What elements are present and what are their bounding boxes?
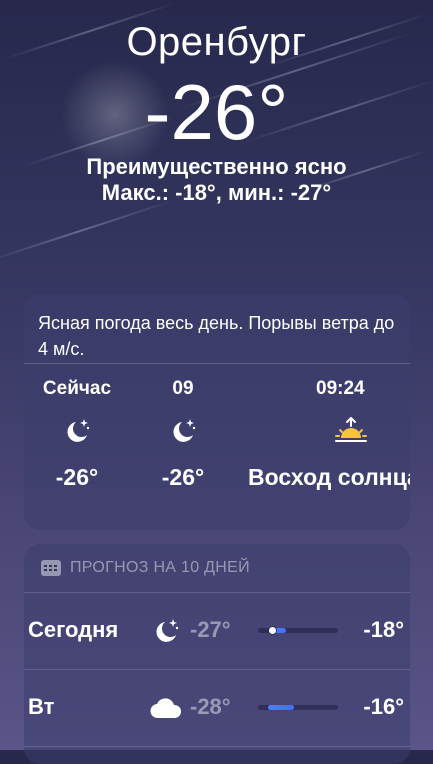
hourly-scroll[interactable]: Сейчас -26° 09 -26° 09:24 Восход солнца (24, 364, 410, 514)
moon-stars-icon (128, 406, 238, 456)
hour-item-sunrise[interactable]: 09:24 Восход солнца (242, 364, 410, 491)
temperature-range-bar (258, 705, 338, 710)
hour-item-09[interactable]: 09 -26° (128, 364, 238, 491)
hour-temperature: -26° (55, 464, 99, 490)
current-temperature: -26° (144, 68, 289, 156)
hour-item-now[interactable]: Сейчас -26° (24, 364, 132, 491)
hour-label: 09 (172, 378, 194, 399)
temperature-range-fill (267, 705, 294, 710)
forecast-low: -27° (190, 617, 231, 642)
city-name: Оренбург (126, 20, 307, 64)
forecast-low: -28° (190, 694, 231, 719)
hour-label: 09:24 (316, 378, 365, 399)
moon-stars-icon (24, 406, 132, 456)
forecast-row[interactable]: Вт -28° -16° (24, 670, 410, 747)
hourly-forecast-card[interactable]: Ясная погода весь день. Порывы ветра до … (24, 294, 410, 530)
sunrise-icon (242, 406, 410, 456)
sunrise-label: Восход солнца (248, 464, 410, 490)
forecast-day: Сегодня (28, 617, 119, 642)
daily-summary: Ясная погода весь день. Порывы ветра до … (24, 294, 410, 364)
forecast-header-label: ПРОГНОЗ НА 10 ДНЕЙ (70, 559, 250, 576)
condition-text: Преимущественно ясно (86, 154, 347, 179)
forecast-day: Вт (28, 694, 55, 719)
ten-day-forecast-card[interactable]: ПРОГНОЗ НА 10 ДНЕЙ Сегодня -27° -18° Вт … (24, 544, 410, 764)
forecast-high: -16° (363, 694, 404, 719)
cloud-icon (148, 690, 184, 726)
calendar-icon (41, 560, 61, 576)
forecast-high: -18° (363, 617, 404, 642)
current-weather: Оренбург -26° Преимущественно ясно Макс.… (0, 18, 433, 206)
temperature-range-bar (258, 627, 338, 634)
moon-stars-icon (148, 613, 184, 649)
forecast-header: ПРОГНОЗ НА 10 ДНЕЙ (24, 544, 410, 593)
hour-temperature: -26° (161, 464, 205, 490)
forecast-row[interactable]: Сегодня -27° -18° (24, 593, 410, 670)
hi-lo-text: Макс.: -18°, мин.: -27° (101, 180, 332, 205)
hour-label: Сейчас (42, 378, 112, 399)
